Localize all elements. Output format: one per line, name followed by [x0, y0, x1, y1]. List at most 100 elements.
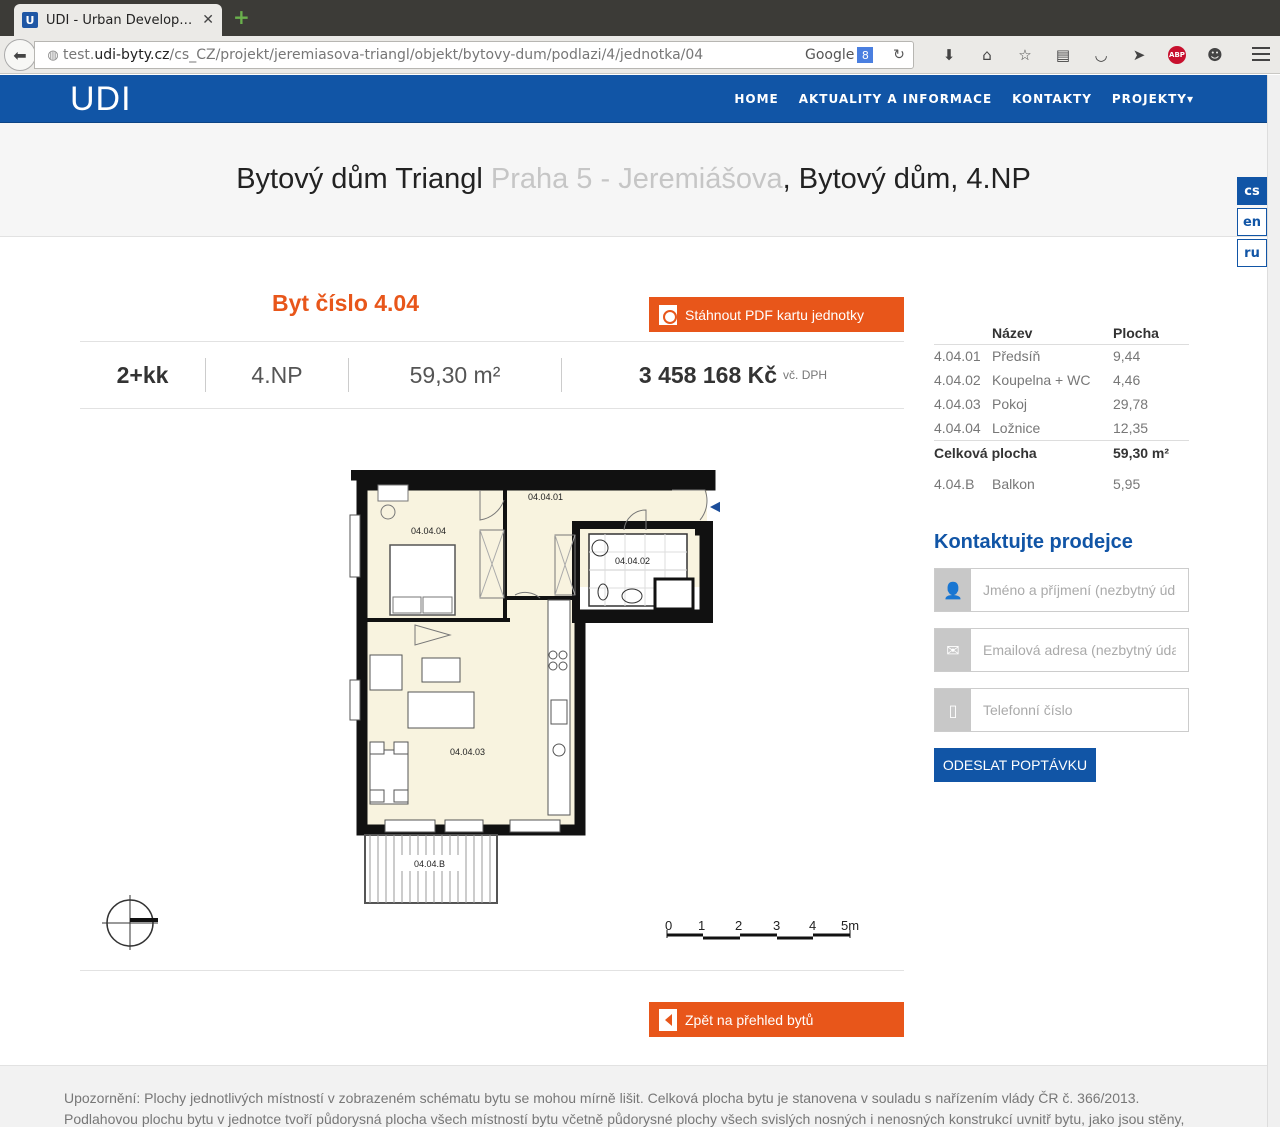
nav-home[interactable]: HOME	[734, 92, 778, 106]
scale-label-4: 4	[809, 918, 816, 933]
floor-plan[interactable]: 04.04.01 04.04.02 04.04.03 04.04.04 04.0…	[100, 470, 720, 950]
nav-news[interactable]: AKTUALITY A INFORMACE	[799, 92, 992, 106]
search-engine[interactable]: Google 8	[805, 47, 885, 63]
reading-list-icon[interactable]: ▤	[1044, 44, 1082, 66]
table-row: 4.04.02 Koupelna + WC 4,46	[934, 368, 1189, 392]
browser-tab[interactable]: U UDI - Urban Develop… ✕	[14, 4, 222, 36]
scale-bar: 0 1 2 3 4 5m	[663, 918, 863, 946]
search-engine-label: Google	[805, 47, 855, 63]
phone-input[interactable]	[971, 689, 1188, 731]
contact-title: Kontaktujte prodejce	[934, 531, 1133, 553]
unit-title: Byt číslo 4.04	[272, 290, 420, 316]
phone-icon: ▯	[935, 689, 971, 731]
lang-cs[interactable]: cs	[1237, 177, 1267, 205]
total-row: Celková plocha 59,30 m²	[934, 439, 1189, 466]
room-area-table: Název Plocha 4.04.01 Předsíň 9,44 4.04.02 K…	[934, 322, 1189, 496]
price-value: 3 458 168 Kč	[638, 361, 778, 388]
back-to-overview-button[interactable]: Zpět na přehled bytů	[649, 1002, 904, 1037]
nav-contacts[interactable]: KONTAKTY	[1012, 92, 1092, 106]
row-name: Koupelna + WC	[992, 372, 1091, 388]
room-label-01: 04.04.01	[528, 492, 563, 502]
language-switcher: cs en ru	[1237, 177, 1267, 267]
total-label: Celková plocha	[934, 439, 1113, 466]
row-code: 4.04.03	[934, 396, 981, 412]
stat-floor: 4.NP	[206, 358, 349, 392]
email-input[interactable]	[971, 629, 1188, 671]
title-location[interactable]: Praha 5 - Jeremiášova	[491, 163, 783, 196]
row-area: 4,46	[1113, 372, 1141, 388]
col-name: Název	[992, 322, 1113, 345]
disclaimer-line-1: Upozornění: Plochy jednotlivých místnost…	[64, 1090, 1140, 1106]
udi-logo[interactable]: UDI	[70, 81, 132, 117]
total-value: 59,30 m²	[1113, 439, 1189, 466]
row-name: Balkon	[992, 476, 1035, 492]
table-row: 4.04.01 Předsíň 9,44	[934, 344, 1189, 368]
user-icon: 👤	[935, 569, 971, 611]
scale-label-1: 1	[698, 918, 705, 933]
title-floor: , Bytový dům, 4.NP	[782, 163, 1031, 195]
price-note: vč. DPH	[783, 368, 828, 382]
scale-label-2: 2	[735, 918, 742, 933]
row-code: 4.04.B	[934, 476, 975, 492]
row-name: Pokoj	[992, 396, 1028, 412]
lang-ru[interactable]: ru	[1237, 239, 1267, 267]
layout-value: 2+kk	[116, 361, 169, 388]
back-to-overview-label: Zpět na přehled bytů	[685, 1011, 814, 1028]
row-area: 5,95	[1113, 476, 1141, 492]
nav-projects[interactable]: PROJEKTY▾	[1112, 92, 1194, 106]
back-doc-icon	[659, 1008, 677, 1031]
table-header: Název Plocha	[934, 322, 1189, 345]
url-bar[interactable]: ◍ test.udi-byty.cz/cs_CZ/projekt/jeremia…	[34, 41, 914, 69]
main-nav: HOME AKTUALITY A INFORMACE KONTAKTY PROJ…	[734, 75, 1194, 123]
url-path: /cs_CZ/projekt/jeremiasova-triangl/objek…	[169, 47, 704, 63]
tab-title: UDI - Urban Develop…	[46, 12, 193, 28]
submit-inquiry-button[interactable]: ODESLAT POPTÁVKU	[934, 748, 1096, 782]
hamburger-menu-icon[interactable]	[1252, 45, 1270, 63]
send-icon[interactable]: ➤	[1120, 44, 1158, 66]
adblock-icon[interactable]: ABP	[1158, 44, 1196, 66]
globe-icon: ◍	[47, 47, 59, 63]
reload-icon[interactable]: ↻	[885, 47, 913, 63]
url-text[interactable]: test.udi-byty.cz/cs_CZ/projekt/jeremiaso…	[63, 47, 805, 63]
phone-field: ▯	[934, 688, 1189, 732]
room-label-02: 04.04.02	[615, 556, 650, 566]
back-arrow-icon: ⬅	[13, 45, 27, 65]
email-field: ✉	[934, 628, 1189, 672]
scrollbar[interactable]	[1267, 75, 1280, 1127]
row-code: 4.04.01	[934, 348, 981, 365]
title-building: Bytový dům Triangl	[236, 163, 483, 195]
row-name: Předsíň	[992, 348, 1041, 365]
row-code: 4.04.02	[934, 372, 981, 388]
new-tab-icon[interactable]: +	[233, 7, 250, 27]
table-row: 4.04.04 Ložnice 12,35	[934, 416, 1189, 440]
room-label-04: 04.04.04	[411, 526, 446, 536]
url-domain: udi-byty.cz	[94, 47, 170, 63]
page: UDI HOME AKTUALITY A INFORMACE KONTAKTY …	[0, 75, 1267, 1127]
lang-en[interactable]: en	[1237, 208, 1267, 236]
url-prefix: test.	[63, 47, 95, 63]
north-compass-icon	[102, 895, 158, 950]
room-label-03: 04.04.03	[450, 747, 485, 757]
back-button[interactable]: ⬅	[4, 39, 36, 71]
home-icon[interactable]: ⌂	[968, 44, 1006, 66]
close-tab-icon[interactable]: ✕	[202, 12, 214, 28]
browser-tabbar: U UDI - Urban Develop… ✕ +	[0, 0, 1280, 36]
stat-price: 3 458 168 Kč vč. DPH	[562, 358, 904, 392]
table-row: 4.04.03 Pokoj 29,78	[934, 392, 1189, 416]
stat-area: 59,30 m²	[349, 358, 562, 392]
envelope-icon: ✉	[935, 629, 971, 671]
row-code: 4.04.04	[934, 419, 981, 436]
table-row: 4.04.B Balkon 5,95	[934, 472, 1189, 496]
site-header: UDI HOME AKTUALITY A INFORMACE KONTAKTY …	[0, 75, 1267, 123]
chat-icon[interactable]: ☻	[1196, 44, 1234, 66]
name-input[interactable]	[971, 569, 1188, 611]
row-area: 9,44	[1113, 348, 1141, 365]
scale-label-0: 0	[665, 918, 672, 933]
download-pdf-button[interactable]: Stáhnout PDF kartu jednotky	[649, 297, 904, 332]
bookmark-star-icon[interactable]: ☆	[1006, 44, 1044, 66]
page-title: Bytový dům Triangl Praha 5 - Jeremiášova…	[0, 123, 1267, 237]
download-icon[interactable]: ⬇	[930, 44, 968, 66]
pocket-icon[interactable]: ◡	[1082, 44, 1120, 66]
google-icon: 8	[857, 47, 874, 63]
entry-arrow-icon	[710, 501, 720, 513]
